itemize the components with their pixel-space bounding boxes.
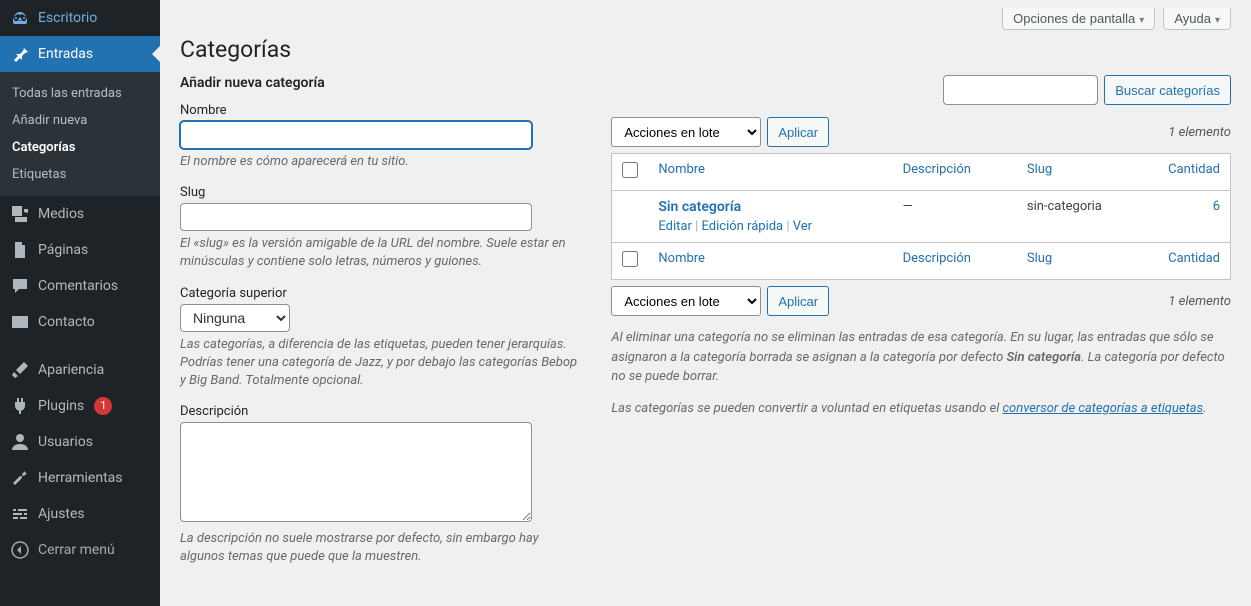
tablenav-bottom: Acciones en lote Aplicar 1 elemento: [611, 286, 1231, 316]
sidebar-item-label: Cerrar menú: [38, 542, 115, 558]
converter-link[interactable]: conversor de categorías a etiquetas: [1002, 401, 1203, 416]
name-help: El nombre es cómo aparecerá en tu sitio.: [180, 153, 579, 171]
collapse-icon: [10, 540, 30, 560]
name-label: Nombre: [180, 103, 579, 118]
delete-note: Al eliminar una categoría no se eliminan…: [611, 328, 1231, 387]
main-content: Opciones de pantalla Ayuda Categorías Añ…: [160, 0, 1251, 606]
submenu-add-new[interactable]: Añadir nueva: [0, 107, 160, 134]
pin-icon: [10, 44, 30, 64]
page-icon: [10, 240, 30, 260]
sidebar-item-label: Plugins: [38, 398, 84, 414]
sliders-icon: [10, 504, 30, 524]
tablenav-top: Acciones en lote Aplicar 1 elemento: [611, 117, 1231, 147]
sidebar-item-pages[interactable]: Páginas: [0, 232, 160, 268]
item-count-bottom: 1 elemento: [1168, 294, 1231, 309]
mail-icon: [10, 312, 30, 332]
col-desc-foot[interactable]: Descripción: [903, 251, 971, 266]
desc-textarea[interactable]: [180, 422, 532, 522]
desc-help: La descripción no suele mostrarse por de…: [180, 530, 579, 566]
row-qty[interactable]: 6: [1213, 199, 1220, 214]
sidebar-item-media[interactable]: Medios: [0, 196, 160, 232]
item-count-top: 1 elemento: [1168, 125, 1231, 140]
col-desc[interactable]: Descripción: [903, 162, 971, 177]
screen-options-button[interactable]: Opciones de pantalla: [1002, 8, 1155, 30]
sidebar-item-plugins[interactable]: Plugins 1: [0, 388, 160, 424]
sidebar-item-label: Comentarios: [38, 278, 118, 294]
col-qty-foot[interactable]: Cantidad: [1168, 251, 1220, 266]
category-list-panel: Buscar categorías Acciones en lote Aplic…: [611, 75, 1231, 581]
sidebar-item-label: Herramientas: [38, 470, 123, 486]
sidebar-item-label: Páginas: [38, 242, 88, 258]
submenu-categories[interactable]: Categorías: [0, 134, 160, 161]
bulk-apply-top[interactable]: Aplicar: [767, 117, 829, 147]
row-desc: —: [893, 191, 1017, 243]
categories-table: Nombre Descripción Slug Cantidad Sin cat…: [611, 153, 1231, 280]
bulk-action-select-bottom[interactable]: Acciones en lote: [611, 286, 761, 316]
sidebar-item-contact[interactable]: Contacto: [0, 304, 160, 340]
update-badge: 1: [94, 397, 112, 415]
form-heading: Añadir nueva categoría: [180, 75, 579, 91]
row-slug: sin-categoria: [1017, 191, 1151, 243]
sidebar-item-users[interactable]: Usuarios: [0, 424, 160, 460]
sidebar-item-label: Medios: [38, 206, 84, 222]
col-slug-foot[interactable]: Slug: [1027, 251, 1052, 266]
media-icon: [10, 204, 30, 224]
sidebar-item-label: Escritorio: [38, 10, 97, 26]
help-button[interactable]: Ayuda: [1163, 8, 1231, 30]
user-icon: [10, 432, 30, 452]
submenu-all-posts[interactable]: Todas las entradas: [0, 80, 160, 107]
add-category-form: Añadir nueva categoría Nombre El nombre …: [180, 75, 579, 581]
sidebar-item-tools[interactable]: Herramientas: [0, 460, 160, 496]
admin-sidebar: Escritorio Entradas Todas las entradas A…: [0, 0, 160, 606]
page-title: Categorías: [180, 36, 1231, 75]
sidebar-item-collapse[interactable]: Cerrar menú: [0, 532, 160, 568]
comment-icon: [10, 276, 30, 296]
sidebar-item-appearance[interactable]: Apariencia: [0, 352, 160, 388]
submenu-posts: Todas las entradas Añadir nueva Categorí…: [0, 72, 160, 196]
desc-label: Descripción: [180, 404, 579, 419]
select-all-top[interactable]: [622, 162, 638, 178]
action-view[interactable]: Ver: [793, 219, 812, 234]
parent-help: Las categorías, a diferencia de las etiq…: [180, 336, 579, 391]
sidebar-item-label: Contacto: [38, 314, 95, 330]
brush-icon: [10, 360, 30, 380]
sidebar-item-label: Usuarios: [38, 434, 93, 450]
slug-help: El «slug» es la versión amigable de la U…: [180, 235, 579, 271]
col-qty[interactable]: Cantidad: [1168, 162, 1220, 177]
dashboard-icon: [10, 8, 30, 28]
bulk-apply-bottom[interactable]: Aplicar: [767, 286, 829, 316]
sidebar-item-label: Apariencia: [38, 362, 104, 378]
slug-input[interactable]: [180, 203, 532, 231]
name-input[interactable]: [180, 121, 532, 149]
row-actions: Editar | Edición rápida | Ver: [658, 219, 882, 234]
parent-label: Categoría superior: [180, 286, 579, 301]
sidebar-item-comments[interactable]: Comentarios: [0, 268, 160, 304]
sidebar-item-dashboard[interactable]: Escritorio: [0, 0, 160, 36]
select-all-bottom[interactable]: [622, 251, 638, 267]
col-name[interactable]: Nombre: [658, 162, 705, 177]
search-button[interactable]: Buscar categorías: [1104, 75, 1231, 105]
submenu-tags[interactable]: Etiquetas: [0, 161, 160, 188]
sidebar-item-label: Ajustes: [38, 506, 85, 522]
sidebar-item-posts[interactable]: Entradas: [0, 36, 160, 72]
table-row: Sin categoría Editar | Edición rápida | …: [612, 191, 1231, 243]
col-slug[interactable]: Slug: [1027, 162, 1052, 177]
row-name[interactable]: Sin categoría: [658, 199, 741, 215]
parent-select[interactable]: Ninguna: [180, 304, 290, 332]
slug-label: Slug: [180, 185, 579, 200]
screen-meta: Opciones de pantalla Ayuda: [180, 8, 1231, 30]
col-name-foot[interactable]: Nombre: [658, 251, 705, 266]
sidebar-item-settings[interactable]: Ajustes: [0, 496, 160, 532]
plug-icon: [10, 396, 30, 416]
action-edit[interactable]: Editar: [658, 219, 692, 234]
bulk-action-select-top[interactable]: Acciones en lote: [611, 117, 761, 147]
action-quickedit[interactable]: Edición rápida: [702, 219, 784, 234]
search-input[interactable]: [943, 75, 1098, 105]
wrench-icon: [10, 468, 30, 488]
convert-note: Las categorías se pueden convertir a vol…: [611, 399, 1231, 419]
sidebar-item-label: Entradas: [38, 46, 93, 62]
